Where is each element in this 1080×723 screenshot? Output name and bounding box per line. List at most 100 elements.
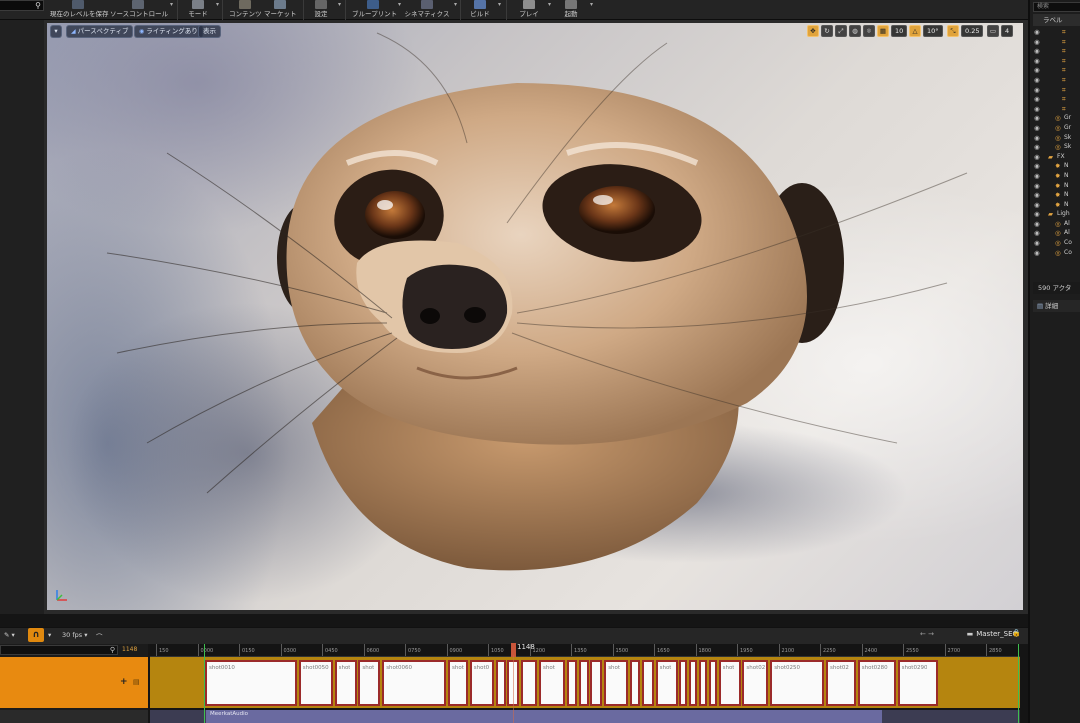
shot-section[interactable]: shot0060 <box>382 660 447 706</box>
audio-clip[interactable] <box>206 710 882 723</box>
search-icon[interactable]: ⚲ <box>110 646 115 654</box>
visibility-eye-icon[interactable]: ◉ <box>1034 210 1040 218</box>
shot-section[interactable]: shot0050 <box>298 660 333 706</box>
edit-tool-icon[interactable]: ✎ ▾ <box>4 631 15 639</box>
shot-section[interactable]: shot <box>448 660 468 706</box>
visibility-eye-icon[interactable]: ◉ <box>1034 239 1040 247</box>
level-viewport[interactable]: ▾ ◢ パースペクティブ ◉ ライティングあり 表示 ✥ ↻ ⤢ ◍ ⌾ ▦ 10 … <box>47 23 1023 610</box>
outliner-row[interactable]: ◉ ▰ Ligh <box>1030 209 1080 219</box>
chevron-down-icon[interactable]: ▾ <box>338 1 341 8</box>
shot-section[interactable]: shot <box>334 660 357 706</box>
chevron-down-icon[interactable]: ▾ <box>454 1 457 8</box>
chevron-down-icon[interactable]: ▾ <box>170 1 173 8</box>
shot-section[interactable]: shot <box>539 660 565 706</box>
chevron-down-icon[interactable]: ▾ <box>398 1 401 8</box>
scale-snap-value[interactable]: 0.25 <box>961 25 984 37</box>
curve-editor-icon[interactable]: ⌒ <box>96 631 103 641</box>
fps-dropdown[interactable]: 30 fps ▾ <box>62 631 87 639</box>
shot-section[interactable] <box>590 660 603 706</box>
shot-section[interactable]: shot0250 <box>770 660 825 706</box>
shot-section[interactable] <box>699 660 707 706</box>
outliner-label-column[interactable]: ラベル <box>1033 14 1080 26</box>
modes-button[interactable]: モード ▾ <box>184 0 219 20</box>
visibility-eye-icon[interactable]: ◉ <box>1034 105 1040 113</box>
chevron-down-icon[interactable]: ▾ <box>498 1 501 8</box>
visibility-eye-icon[interactable]: ◉ <box>1034 76 1040 84</box>
rotation-snap-value[interactable]: 10° <box>923 25 943 37</box>
outliner-row[interactable]: ◉ ▰ FX <box>1030 152 1080 162</box>
outliner-row[interactable]: ◉ ⌗ <box>1030 56 1080 66</box>
chevron-down-icon[interactable]: ▾ <box>216 1 219 8</box>
outliner-row[interactable]: ◉ ◎ Gr <box>1030 123 1080 133</box>
shot-section[interactable] <box>641 660 654 706</box>
outliner-row[interactable]: ◉ ✸ N <box>1030 200 1080 210</box>
toolbar-search-box[interactable]: ⚲ <box>0 0 44 11</box>
visibility-eye-icon[interactable]: ◉ <box>1034 229 1040 237</box>
visibility-eye-icon[interactable]: ◉ <box>1034 201 1040 209</box>
viewport-options-menu[interactable]: ▾ <box>50 25 62 38</box>
source-control-button[interactable]: ソースコントロール ▾ <box>110 0 173 20</box>
surface-snap-icon[interactable]: ⌾ <box>863 25 875 37</box>
lighting-mode-button[interactable]: ◉ ライティングあり <box>134 25 203 38</box>
outliner-row[interactable]: ◉ ◎ Al <box>1030 219 1080 229</box>
timeline-ruler[interactable]: 150 0000 0150 0300 0450 0600 0750 0900 1050 1200 1… <box>150 644 1020 657</box>
outliner-row[interactable]: ◉ ◎ Sk <box>1030 142 1080 152</box>
shot-section[interactable]: shot02 <box>742 660 769 706</box>
sequence-nav-arrows-icon[interactable]: ← → <box>920 630 934 638</box>
launch-button[interactable]: 起動 ▾ <box>556 0 593 20</box>
shot-section[interactable] <box>689 660 698 706</box>
visibility-eye-icon[interactable]: ◉ <box>1034 134 1040 142</box>
visibility-eye-icon[interactable]: ◉ <box>1034 191 1040 199</box>
search-icon[interactable]: ⚲ <box>35 1 41 10</box>
translate-icon[interactable]: ✥ <box>807 25 819 37</box>
world-space-icon[interactable]: ◍ <box>849 25 861 37</box>
outliner-search-input[interactable]: 検索 <box>1033 2 1080 12</box>
visibility-eye-icon[interactable]: ◉ <box>1034 95 1040 103</box>
visibility-eye-icon[interactable]: ◉ <box>1034 47 1040 55</box>
audio-track-header[interactable] <box>0 710 148 723</box>
play-button[interactable]: プレイ ▾ <box>514 0 551 20</box>
outliner-row[interactable]: ◉ ✸ N <box>1030 171 1080 181</box>
outliner-row[interactable]: ◉ ✸ N <box>1030 190 1080 200</box>
audio-track-lane[interactable]: MeerkatAudio <box>150 710 1020 723</box>
blueprints-button[interactable]: ブループリント ▾ <box>352 0 401 20</box>
outliner-row[interactable]: ◉ ⌗ <box>1030 46 1080 56</box>
shot-section[interactable]: shot <box>358 660 381 706</box>
playback-range-end[interactable] <box>1018 644 1019 723</box>
grid-snap-icon[interactable]: ▦ <box>877 25 889 37</box>
outliner-row[interactable]: ◉ ✸ N <box>1030 161 1080 171</box>
camera-speed-icon[interactable]: ▭ <box>987 25 999 37</box>
lock-icon[interactable]: 🔒 <box>1012 629 1021 637</box>
visibility-eye-icon[interactable]: ◉ <box>1034 86 1040 94</box>
snap-magnet-button[interactable]: ∩ <box>28 628 44 642</box>
shot-section[interactable]: shot0290 <box>897 660 938 706</box>
shot-section[interactable]: shot0280 <box>857 660 896 706</box>
outliner-row[interactable]: ◉ ⌗ <box>1030 37 1080 47</box>
visibility-eye-icon[interactable]: ◉ <box>1034 114 1040 122</box>
visibility-eye-icon[interactable]: ◉ <box>1034 172 1040 180</box>
shot-section[interactable] <box>679 660 688 706</box>
shot-section[interactable] <box>495 660 506 706</box>
visibility-eye-icon[interactable]: ◉ <box>1034 153 1040 161</box>
visibility-eye-icon[interactable]: ◉ <box>1034 124 1040 132</box>
shot-section[interactable] <box>566 660 577 706</box>
outliner-row[interactable]: ◉ ⌗ <box>1030 104 1080 114</box>
shot-section[interactable]: shot0010 <box>205 660 297 706</box>
outliner-row[interactable]: ◉ ⌗ <box>1030 85 1080 95</box>
content-button[interactable]: コンテンツ <box>229 0 262 20</box>
camera-speed-value[interactable]: 4 <box>1001 25 1014 37</box>
visibility-eye-icon[interactable]: ◉ <box>1034 28 1040 36</box>
track-search-input[interactable]: ⚲ <box>0 645 118 655</box>
perspective-view-button[interactable]: ◢ パースペクティブ <box>66 25 134 38</box>
outliner-row[interactable]: ◉ ◎ Gr <box>1030 113 1080 123</box>
shot-section[interactable]: shot <box>655 660 678 706</box>
rotate-icon[interactable]: ↻ <box>821 25 833 37</box>
build-button[interactable]: ビルド ▾ <box>466 0 501 20</box>
settings-button[interactable]: 設定 ▾ <box>308 0 341 20</box>
visibility-eye-icon[interactable]: ◉ <box>1034 220 1040 228</box>
visibility-eye-icon[interactable]: ◉ <box>1034 249 1040 257</box>
visibility-eye-icon[interactable]: ◉ <box>1034 66 1040 74</box>
shot-section[interactable] <box>630 660 640 706</box>
marketplace-button[interactable]: マーケット <box>264 0 297 20</box>
outliner-row[interactable]: ◉ ⌗ <box>1030 27 1080 37</box>
